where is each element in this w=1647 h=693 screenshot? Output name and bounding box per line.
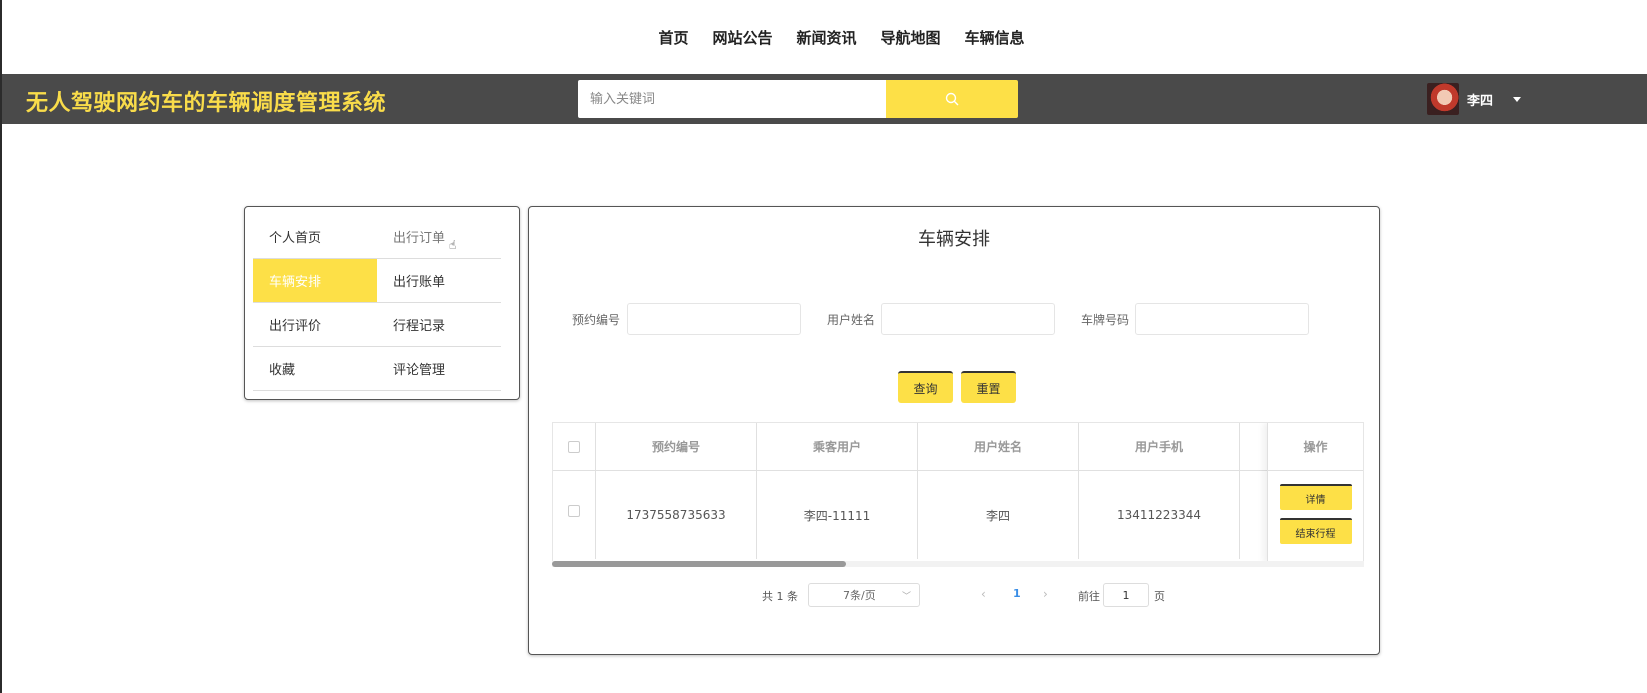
next-page-icon[interactable]: › [1043, 587, 1048, 601]
actions-column: 操作 详情 结束行程 [1267, 423, 1363, 561]
filter-label-user-name: 用户姓名 [827, 313, 876, 327]
column-header-phone[interactable]: 用户手机 [1079, 423, 1240, 471]
column-header-booking-no[interactable]: 预约编号 [596, 423, 757, 471]
search-input[interactable] [578, 80, 886, 118]
pagination-total: 共 1 条 [762, 590, 798, 603]
select-all-cell [553, 423, 596, 471]
page-title: 车辆安排 [918, 229, 990, 250]
goto-label: 前往 [1078, 590, 1100, 603]
filter-label-plate-no: 车牌号码 [1081, 313, 1130, 327]
nav-news[interactable]: 新闻资讯 [796, 27, 856, 48]
user-menu[interactable]: 李四 [1427, 78, 1522, 120]
column-header-actions: 操作 [1268, 423, 1363, 471]
menu-item-profile[interactable]: 个人首页 [253, 215, 377, 259]
avatar[interactable] [1427, 83, 1459, 115]
nav-announcements[interactable]: 网站公告 [712, 27, 772, 48]
header-bar: 无人驾驶网约车的车辆调度管理系统 李四 [2, 74, 1647, 124]
cell-user-name: 李四 [918, 471, 1079, 559]
menu-item-favorites[interactable]: 收藏 [253, 347, 377, 391]
page-size-value: 7条/页 [843, 589, 876, 602]
search-box [578, 80, 1018, 118]
page-suffix-label: 页 [1154, 590, 1165, 603]
cell-phone: 13411223344 [1079, 471, 1240, 559]
prev-page-icon[interactable]: ‹ [981, 587, 986, 601]
caret-down-icon[interactable] [1513, 96, 1522, 102]
goto-page-input[interactable] [1103, 583, 1149, 607]
data-table: 预约编号 乘客用户 用户姓名 用户手机 1737558735633 李四-111… [552, 422, 1364, 562]
site-title: 无人驾驶网约车的车辆调度管理系统 [26, 91, 387, 116]
nav-home[interactable]: 首页 [658, 27, 688, 48]
menu-item-label: 出行订单 [393, 231, 446, 246]
reset-button[interactable]: 重置 [961, 371, 1016, 403]
menu-item-trip-records[interactable]: 行程记录 [377, 303, 501, 347]
column-header-user-name[interactable]: 用户姓名 [918, 423, 1079, 471]
main-card: 车辆安排 预约编号 用户姓名 车牌号码 查询 重置 预约编号 乘客用户 用户姓名… [528, 206, 1380, 655]
pointer-cursor-icon: ☝ [449, 237, 457, 252]
search-button[interactable] [886, 80, 1018, 118]
row-checkbox[interactable] [568, 505, 580, 517]
end-trip-button[interactable]: 结束行程 [1279, 518, 1352, 544]
menu-item-trip-bills[interactable]: 出行账单 [377, 259, 501, 303]
cell-passenger: 李四-11111 [757, 471, 918, 559]
pagination: 共 1 条 7条/页 ﹀ ‹ 1 › 前往 页 [529, 583, 1379, 607]
side-menu: 个人首页 出行订单 ☝ 车辆安排 出行账单 出行评价 行程记录 收藏 评论管理 [244, 206, 520, 400]
page-number-current[interactable]: 1 [1013, 587, 1021, 600]
menu-item-vehicle-arrangement[interactable]: 车辆安排 [253, 259, 377, 303]
row-select-cell [553, 471, 596, 559]
nav-map[interactable]: 导航地图 [881, 27, 941, 48]
nav-vehicles[interactable]: 车辆信息 [965, 27, 1025, 48]
menu-item-comments[interactable]: 评论管理 [377, 347, 501, 391]
detail-button[interactable]: 详情 [1279, 484, 1352, 510]
button-row: 查询 重置 [529, 371, 1379, 405]
chevron-down-icon: ﹀ [901, 592, 911, 602]
query-button[interactable]: 查询 [898, 371, 953, 403]
page-size-select[interactable]: 7条/页 ﹀ [808, 583, 920, 607]
filter-row: 预约编号 用户姓名 车牌号码 [529, 303, 1379, 335]
plate-no-input[interactable] [1135, 303, 1309, 335]
menu-item-trip-reviews[interactable]: 出行评价 [253, 303, 377, 347]
menu-item-trip-orders[interactable]: 出行订单 ☝ [377, 215, 501, 259]
cell-booking-no: 1737558735633 [596, 471, 757, 559]
booking-no-input[interactable] [627, 303, 801, 335]
search-icon [945, 92, 959, 106]
user-name[interactable]: 李四 [1467, 90, 1493, 109]
user-name-input[interactable] [881, 303, 1055, 335]
filter-label-booking-no: 预约编号 [572, 313, 621, 327]
top-nav: 首页 网站公告 新闻资讯 导航地图 车辆信息 [0, 0, 1647, 74]
column-header-passenger[interactable]: 乘客用户 [757, 423, 918, 471]
scrollbar-thumb[interactable] [552, 561, 846, 567]
select-all-checkbox[interactable] [568, 440, 580, 453]
table-scrollbar[interactable] [552, 561, 1364, 567]
